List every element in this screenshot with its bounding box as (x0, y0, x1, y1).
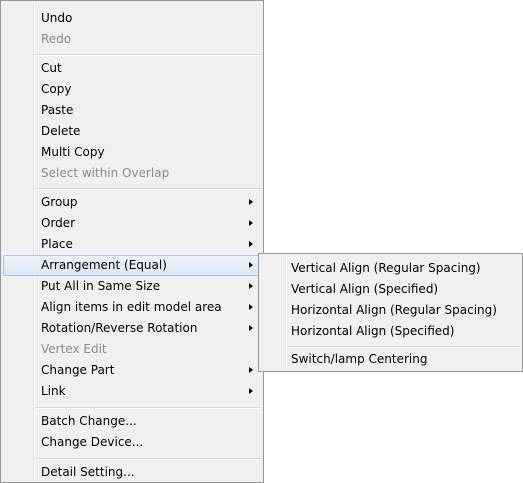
menu-item-change-part[interactable]: Change Part (3, 360, 261, 381)
menu-item-label: Redo (41, 32, 72, 46)
menu-item-label: Horizontal Align (Regular Spacing) (291, 303, 497, 317)
menu-item-label: Paste (41, 103, 74, 117)
menu-item-rotation[interactable]: Rotation/Reverse Rotation (3, 318, 261, 339)
chevron-right-icon (249, 388, 253, 394)
menu-separator (35, 188, 261, 190)
menu-item-label: Put All in Same Size (41, 279, 161, 293)
menu-item-group[interactable]: Group (3, 192, 261, 213)
menu-item-batch-change[interactable]: Batch Change... (3, 411, 261, 432)
menu-item-label: Rotation/Reverse Rotation (41, 321, 198, 335)
menu-item-label: Change Device... (41, 435, 144, 449)
menu-item-order[interactable]: Order (3, 213, 261, 234)
submenu-item-horizontal-align-specified[interactable]: Horizontal Align (Specified) (261, 321, 520, 342)
chevron-right-icon (249, 262, 253, 268)
submenu-item-switch-lamp-centering[interactable]: Switch/lamp Centering (261, 349, 520, 370)
menu-item-label: Arrangement (Equal) (41, 258, 167, 272)
menu-item-put-all-in-same-size[interactable]: Put All in Same Size (3, 276, 261, 297)
menu-item-label: Copy (41, 82, 72, 96)
menu-item-detail-setting[interactable]: Detail Setting... (3, 462, 261, 483)
menu-separator (35, 458, 261, 460)
submenu-item-horizontal-align-regular[interactable]: Horizontal Align (Regular Spacing) (261, 300, 520, 321)
menu-item-multi-copy[interactable]: Multi Copy (3, 142, 261, 163)
submenu-item-vertical-align-specified[interactable]: Vertical Align (Specified) (261, 279, 520, 300)
menu-item-label: Batch Change... (41, 414, 137, 428)
menu-item-label: Align items in edit model area (41, 300, 222, 314)
menu-item-delete[interactable]: Delete (3, 121, 261, 142)
menu-item-label: Select within Overlap (41, 166, 170, 180)
menu-item-label: Order (41, 216, 76, 230)
menu-item-label: Group (41, 195, 78, 209)
menu-item-link[interactable]: Link (3, 381, 261, 402)
menu-item-label: Multi Copy (41, 145, 105, 159)
menu-item-cut[interactable]: Cut (3, 58, 261, 79)
menu-item-place[interactable]: Place (3, 234, 261, 255)
chevron-right-icon (249, 304, 253, 310)
chevron-right-icon (249, 199, 253, 205)
chevron-right-icon (249, 283, 253, 289)
menu-item-label: Place (41, 237, 73, 251)
menu-item-undo[interactable]: Undo (3, 8, 261, 29)
context-menu: Undo Redo Cut Copy Paste Delete Multi Co… (0, 0, 264, 483)
menu-item-label: Undo (41, 11, 73, 25)
menu-item-label: Delete (41, 124, 81, 138)
menu-item-label: Vertical Align (Specified) (291, 282, 439, 296)
menu-item-label: Switch/lamp Centering (291, 352, 428, 366)
chevron-right-icon (249, 325, 253, 331)
arrangement-submenu: Vertical Align (Regular Spacing) Vertica… (258, 253, 523, 372)
menu-separator (35, 54, 261, 56)
menu-item-label: Horizontal Align (Specified) (291, 324, 455, 338)
menu-item-align-items[interactable]: Align items in edit model area (3, 297, 261, 318)
chevron-right-icon (249, 367, 253, 373)
menu-item-label: Cut (41, 61, 62, 75)
menu-item-vertex-edit: Vertex Edit (3, 339, 261, 360)
menu-item-label: Vertical Align (Regular Spacing) (291, 261, 481, 275)
chevron-right-icon (249, 220, 253, 226)
menu-item-label: Vertex Edit (41, 342, 107, 356)
menu-item-arrangement-equal[interactable]: Arrangement (Equal) (3, 255, 261, 276)
menu-separator (289, 346, 520, 348)
menu-item-redo: Redo (3, 29, 261, 50)
menu-item-label: Link (41, 384, 66, 398)
menu-item-copy[interactable]: Copy (3, 79, 261, 100)
chevron-right-icon (249, 241, 253, 247)
menu-separator (35, 407, 261, 409)
menu-item-change-device[interactable]: Change Device... (3, 432, 261, 453)
menu-item-label: Change Part (41, 363, 115, 377)
menu-item-paste[interactable]: Paste (3, 100, 261, 121)
submenu-item-vertical-align-regular[interactable]: Vertical Align (Regular Spacing) (261, 258, 520, 279)
menu-item-select-within-overlap: Select within Overlap (3, 163, 261, 184)
menu-item-label: Detail Setting... (41, 465, 135, 479)
